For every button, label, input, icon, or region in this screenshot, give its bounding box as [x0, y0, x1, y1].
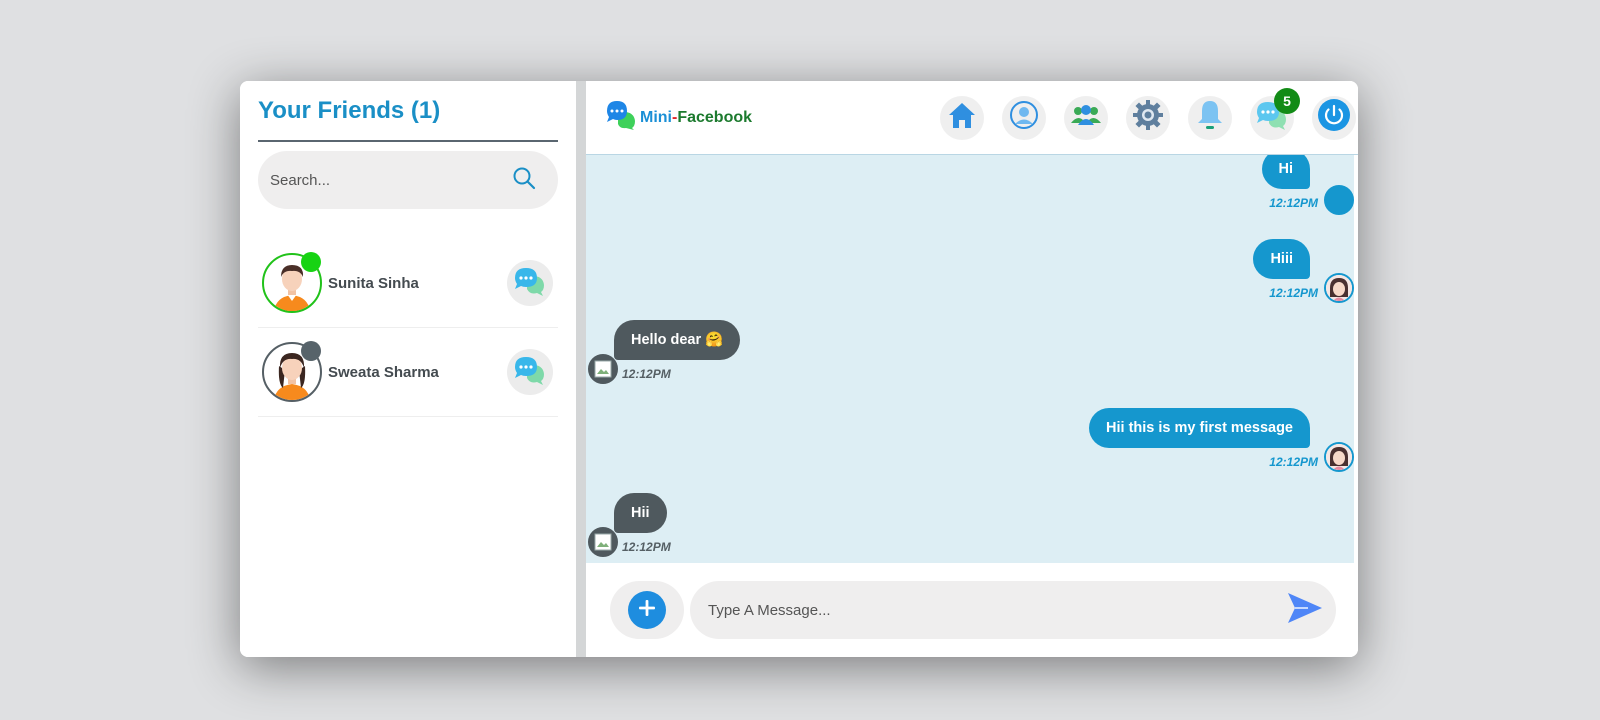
add-attachment-button[interactable]	[628, 591, 666, 629]
message-time: 12:12PM	[1269, 286, 1318, 300]
sender-avatar	[1324, 442, 1354, 472]
online-status-dot	[301, 252, 321, 272]
friend-name: Sunita Sinha	[328, 274, 419, 292]
friends-button[interactable]	[1064, 95, 1108, 140]
friend-item-sunita[interactable]: Sunita Sinha	[258, 239, 558, 328]
profile-icon	[1009, 100, 1039, 135]
friends-title: Your Friends (1)	[258, 81, 558, 142]
message-list[interactable]: Hi 12:12PM Hiii 12:12PM Hello dear 🤗 12:…	[586, 155, 1354, 563]
message-time: 12:12PM	[622, 367, 671, 381]
messages-button[interactable]: 5	[1250, 87, 1300, 140]
message-bubble: Hello dear 🤗	[614, 320, 741, 360]
message-bubble: Hi	[1261, 155, 1310, 189]
chat-bubble-icon	[513, 355, 547, 390]
broken-image-icon	[590, 533, 616, 555]
friend-name: Sweata Sharma	[328, 363, 439, 381]
sender-avatar	[1324, 273, 1354, 303]
send-icon[interactable]	[1286, 591, 1324, 630]
message-composer	[586, 563, 1358, 657]
message-input-box	[690, 581, 1336, 639]
broken-image-icon	[590, 360, 616, 382]
profile-button[interactable]	[1002, 95, 1046, 140]
panel-divider[interactable]	[576, 81, 586, 657]
brand-mini: Mini	[640, 108, 672, 126]
message-bubble: Hii	[614, 493, 667, 533]
chat-panel: Mini-Facebook 5 Hi 12:12PM Hiii 12:12PM …	[586, 81, 1358, 657]
message-item: Hello dear 🤗 12:12PM	[614, 320, 741, 381]
search-box	[258, 151, 558, 209]
friends-sidebar: Your Friends (1) Search... Sunita Sinha …	[240, 81, 576, 657]
sender-avatar	[588, 354, 618, 384]
message-item: Hii this is my first message 12:12PM	[1089, 408, 1318, 469]
message-bubble: Hii this is my first message	[1089, 408, 1310, 448]
sender-avatar	[1324, 185, 1354, 215]
message-time: 12:12PM	[1269, 196, 1318, 210]
message-bubble: Hiii	[1253, 239, 1310, 279]
attach-button-wrap	[610, 581, 684, 639]
home-icon	[947, 101, 977, 134]
open-chat-button[interactable]	[507, 260, 553, 306]
bell-icon	[1196, 99, 1224, 136]
chat-app-window: Your Friends (1) Search... Sunita Sinha …	[240, 81, 1358, 657]
sender-avatar	[588, 527, 618, 557]
friend-item-sweata[interactable]: Sweata Sharma	[258, 328, 558, 417]
message-item: Hi 12:12PM	[1261, 155, 1318, 210]
message-input[interactable]	[708, 601, 1286, 619]
settings-button[interactable]	[1126, 95, 1170, 140]
nav-icons: 5	[922, 87, 1356, 140]
logout-button[interactable]	[1312, 95, 1356, 140]
open-chat-button[interactable]	[507, 349, 553, 395]
messages-count-badge: 5	[1274, 87, 1300, 114]
message-time: 12:12PM	[622, 540, 671, 554]
search-input[interactable]	[270, 171, 512, 189]
friends-icon	[1070, 103, 1102, 132]
message-time: 12:12PM	[1269, 455, 1318, 469]
notifications-button[interactable]	[1188, 95, 1232, 140]
brand-name: Mini-Facebook	[640, 109, 752, 127]
offline-status-dot	[301, 341, 321, 361]
friend-list: Sunita Sinha Sweata Sharma	[258, 239, 558, 417]
plus-icon	[637, 598, 657, 623]
power-icon	[1317, 98, 1351, 137]
message-item: Hiii 12:12PM	[1253, 239, 1318, 300]
search-icon[interactable]	[512, 166, 536, 195]
logo-icon	[606, 100, 638, 135]
home-button[interactable]	[940, 95, 984, 140]
brand-facebook: Facebook	[677, 108, 753, 126]
friend-avatar-wrap	[262, 252, 322, 313]
friend-avatar-wrap	[262, 341, 322, 402]
top-navbar: Mini-Facebook 5	[586, 81, 1358, 155]
settings-icon	[1132, 99, 1164, 136]
message-item: Hii 12:12PM	[614, 493, 671, 554]
chat-bubble-icon	[513, 266, 547, 301]
brand-logo[interactable]: Mini-Facebook	[606, 100, 752, 135]
